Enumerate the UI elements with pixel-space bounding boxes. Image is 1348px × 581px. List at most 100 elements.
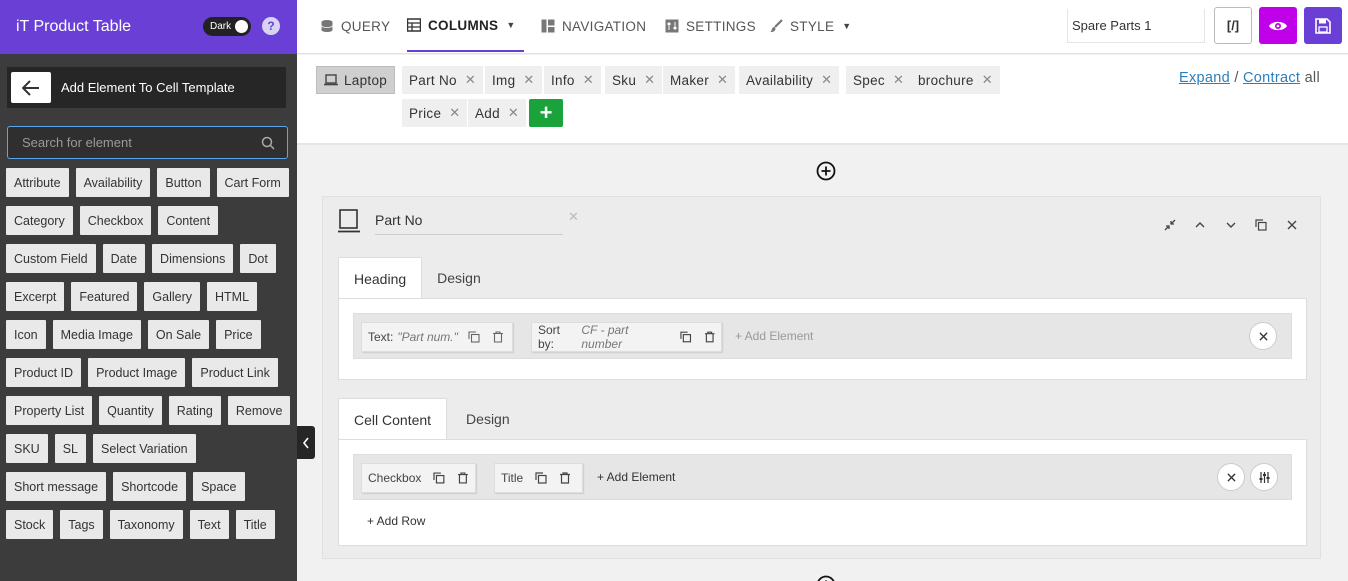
element-chip[interactable]: Title [235,510,275,539]
remove-icon[interactable]: ✕ [523,72,534,88]
element-chip[interactable]: Product Link [192,358,278,387]
help-icon[interactable]: ? [262,17,280,35]
cell-title-element[interactable]: Title [494,463,583,493]
plus-circle-icon[interactable] [816,575,836,581]
compress-icon[interactable] [1162,217,1178,233]
contract-link[interactable]: Contract [1243,70,1300,86]
element-chip[interactable]: Taxonomy [109,510,183,539]
element-chip[interactable]: Featured [71,282,138,311]
element-chip[interactable]: Excerpt [6,282,65,311]
tab-columns[interactable]: COLUMNS ▼ [407,0,524,52]
tab-cell-design[interactable]: Design [447,398,525,440]
expand-link[interactable]: Expand [1179,70,1230,86]
remove-icon[interactable]: ✕ [644,72,655,88]
copy-icon[interactable] [468,331,480,343]
clear-icon[interactable]: ✕ [568,209,579,225]
tab-style[interactable]: STYLE ▼ [769,0,852,52]
column-chip[interactable]: Add ✕ [468,99,527,127]
device-laptop-chip[interactable]: Laptop [316,66,396,94]
column-chip[interactable]: Info ✕ [544,66,601,94]
element-chip[interactable]: Media Image [52,320,141,349]
element-chip[interactable]: Property List [6,396,93,425]
back-button[interactable] [11,72,51,103]
remove-icon[interactable]: ✕ [982,72,993,88]
element-chip[interactable]: On Sale [147,320,210,349]
copy-icon[interactable] [433,472,445,484]
column-chip[interactable]: Price ✕ [402,99,468,127]
trash-icon[interactable] [559,472,571,484]
add-element-link[interactable]: + Add Element [735,329,813,343]
element-chip[interactable]: Remove [227,396,291,425]
element-chip[interactable]: Tags [60,510,103,539]
copy-icon[interactable] [1253,217,1269,233]
element-chip[interactable]: Rating [168,396,221,425]
element-chip[interactable]: Button [157,168,210,197]
column-chip[interactable]: Spec ✕ [846,66,912,94]
remove-icon[interactable]: ✕ [508,105,519,121]
element-chip[interactable]: Custom Field [6,244,96,273]
element-chip[interactable]: Quantity [99,396,162,425]
element-chip[interactable]: Category [6,206,73,235]
element-chip[interactable]: Product Image [88,358,186,387]
shortcode-button[interactable]: [/] [1214,7,1252,44]
remove-icon[interactable]: ✕ [821,72,832,88]
element-chip[interactable]: Availability [75,168,151,197]
tab-heading[interactable]: Heading [338,257,423,299]
remove-icon[interactable]: ✕ [717,72,728,88]
element-chip[interactable]: SL [54,434,86,463]
cell-checkbox-element[interactable]: Checkbox [361,463,476,493]
add-column-button[interactable]: + [529,99,563,127]
trash-icon[interactable] [457,472,469,484]
element-search-input[interactable] [8,135,248,150]
element-chip[interactable]: Icon [6,320,46,349]
column-chip[interactable]: brochure ✕ [911,66,1000,94]
trash-icon[interactable] [704,331,715,343]
row-settings-button[interactable] [1250,463,1278,491]
tab-query[interactable]: QUERY [320,0,390,52]
heading-text-element[interactable]: Text: "Part num." [361,322,513,352]
add-element-link[interactable]: + Add Element [597,470,675,484]
tab-navigation[interactable]: NAVIGATION [541,0,646,52]
element-chip[interactable]: Stock [6,510,54,539]
element-chip[interactable]: Price [216,320,261,349]
remove-icon[interactable]: ✕ [583,72,594,88]
remove-icon[interactable]: ✕ [449,105,460,121]
element-chip[interactable]: Date [102,244,146,273]
element-chip[interactable]: Text [189,510,229,539]
remove-icon[interactable]: ✕ [893,72,904,88]
tab-cell-content[interactable]: Cell Content [338,398,448,440]
copy-icon[interactable] [680,331,692,343]
column-chip[interactable]: Maker ✕ [663,66,736,94]
column-chip[interactable]: Availability ✕ [739,66,840,94]
save-button[interactable] [1304,7,1342,44]
element-chip[interactable]: Attribute [6,168,69,197]
element-chip[interactable]: Gallery [144,282,201,311]
clear-row-button[interactable] [1249,322,1277,350]
add-row-link[interactable]: + Add Row [367,514,425,528]
column-chip[interactable]: Img ✕ [485,66,542,94]
copy-icon[interactable] [535,472,547,484]
tab-heading-design[interactable]: Design [422,257,496,299]
sidebar-collapse-button[interactable] [297,426,315,459]
element-chip[interactable]: Content [158,206,219,235]
element-chip[interactable]: Dot [240,244,276,273]
element-chip[interactable]: Dimensions [152,244,234,273]
element-chip[interactable]: Short message [6,472,107,501]
heading-sort-element[interactable]: Sort by: CF - part number [531,322,722,352]
preview-button[interactable] [1259,7,1297,44]
clear-row-button[interactable] [1217,463,1245,491]
element-chip[interactable]: Cart Form [216,168,289,197]
element-chip[interactable]: HTML [207,282,258,311]
element-chip[interactable]: Select Variation [93,434,196,463]
column-chip[interactable]: Sku ✕ [605,66,663,94]
element-chip[interactable]: SKU [6,434,48,463]
dark-mode-toggle[interactable]: Dark [203,17,251,36]
chevron-up-icon[interactable] [1192,217,1208,233]
preset-name-field[interactable]: Spare Parts 1 [1067,9,1205,43]
element-chip[interactable]: Shortcode [113,472,187,501]
element-chip[interactable]: Product ID [6,358,82,387]
column-chip[interactable]: Part No ✕ [402,66,484,94]
tab-settings[interactable]: SETTINGS [665,0,756,52]
plus-circle-icon[interactable] [816,161,836,181]
remove-icon[interactable]: ✕ [465,72,476,88]
